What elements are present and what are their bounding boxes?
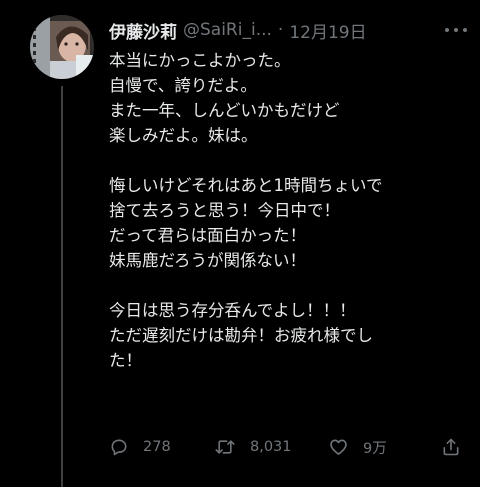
tweet: 伊藤沙莉 @SaiRi_i... · 12月19日 本当にかっこよかった。 自慢… — [0, 0, 480, 487]
tweet-header: 伊藤沙莉 @SaiRi_i... · 12月19日 — [109, 16, 367, 44]
reply-icon — [109, 437, 129, 457]
tweet-line: 楽しみだよ。妹は。 — [109, 126, 258, 145]
tweet-line: ただ遅刻だけは勘弁！お疲れ様でし — [109, 326, 373, 345]
retweet-button[interactable]: 8,031 — [214, 432, 292, 462]
thread-line — [61, 86, 63, 487]
tweet-line: 捨て去ろうと思う！今日中で！ — [109, 201, 340, 220]
tweet-line: 今日は思う存分呑んでよし！！！ — [109, 301, 356, 320]
tweet-line: 悔しいけどそれはあと1時間ちょいで — [109, 176, 383, 195]
tweet-line: た！ — [109, 351, 142, 370]
avatar-photo — [30, 15, 94, 79]
reply-count: 278 — [143, 439, 171, 455]
tweet-line: だって君らは面白かった！ — [109, 226, 307, 245]
heart-icon — [328, 437, 349, 457]
tweet-line: 本当にかっこよかった。 — [109, 51, 291, 70]
tweet-date[interactable]: 12月19日 — [289, 18, 366, 43]
reply-button[interactable]: 278 — [109, 432, 171, 462]
tweet-line: 自慢で、誇りだよ。 — [109, 76, 257, 95]
like-count: 9万 — [363, 440, 387, 457]
separator-dot: · — [277, 20, 284, 40]
retweet-icon — [214, 437, 236, 457]
like-button[interactable]: 9万 — [328, 432, 387, 462]
retweet-count: 8,031 — [250, 439, 292, 455]
tweet-text: 本当にかっこよかった。 自慢で、誇りだよ。 また一年、しんどいかもだけど 楽しみ… — [109, 48, 469, 373]
tweet-line: また一年、しんどいかもだけど — [109, 101, 340, 120]
avatar[interactable] — [30, 15, 94, 79]
share-button[interactable] — [441, 432, 461, 462]
user-handle[interactable]: @SaiRi_i... — [183, 20, 272, 40]
tweet-line: 妹馬鹿だろうが関係ない！ — [109, 251, 307, 270]
display-name[interactable]: 伊藤沙莉 — [109, 18, 177, 43]
tweet-actions: 278 8,031 9万 — [109, 432, 469, 462]
share-icon — [441, 437, 461, 457]
more-horizontal-icon[interactable] — [445, 20, 467, 40]
